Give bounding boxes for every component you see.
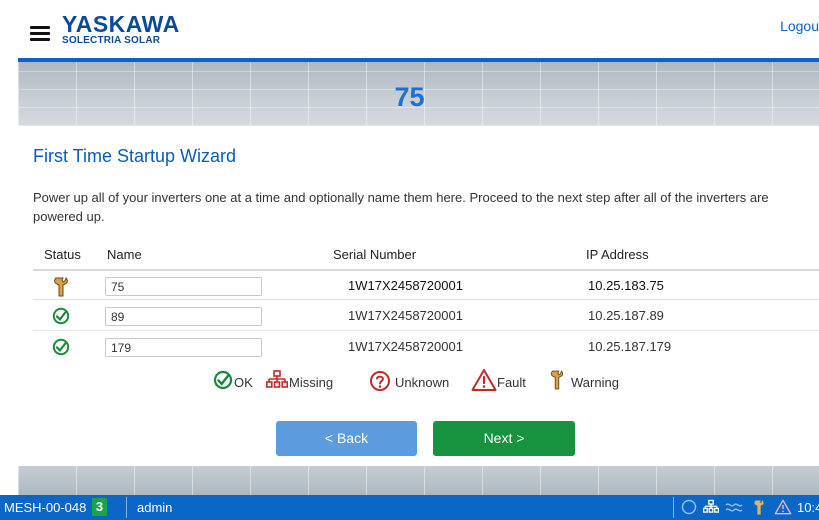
wrench-icon xyxy=(754,500,764,515)
ok-check-icon xyxy=(52,307,70,325)
column-header-serial: Serial Number xyxy=(333,247,417,262)
logo: YASKAWA SOLECTRIA SOLAR xyxy=(62,11,180,47)
menu-icon[interactable] xyxy=(30,26,50,41)
inverter-name-input[interactable] xyxy=(105,307,262,326)
serial-number: 1W17X2458720001 xyxy=(348,278,463,293)
ip-address: 10.25.187.89 xyxy=(588,308,664,323)
ok-check-icon xyxy=(52,338,70,356)
unknown-question-icon xyxy=(370,371,390,391)
legend-missing-label: Missing xyxy=(289,375,334,390)
page-title: First Time Startup Wizard xyxy=(33,146,237,166)
banner-bottom-strip xyxy=(18,466,819,495)
inverter-name-input[interactable] xyxy=(105,277,262,296)
ip-address: 10.25.183.75 xyxy=(588,278,664,293)
next-button[interactable]: Next > xyxy=(433,421,575,456)
serial-number: 1W17X2458720001 xyxy=(348,308,463,323)
row-divider xyxy=(33,299,819,300)
legend-unknown-label: Unknown xyxy=(395,375,450,390)
table-header-divider xyxy=(33,269,819,271)
wrench-warning-icon xyxy=(54,277,68,297)
network-icon xyxy=(703,499,719,513)
current-user: admin xyxy=(137,500,173,515)
status-divider xyxy=(126,497,127,518)
device-id: MESH-00-048 xyxy=(4,500,87,515)
inverter-name-input[interactable] xyxy=(105,338,262,357)
wizard-card xyxy=(18,126,819,466)
logout-link[interactable]: Logou xyxy=(780,18,819,34)
status-bar: MESH-00-048 3 admin 10:4 xyxy=(0,495,819,520)
spinner-icon xyxy=(681,499,697,515)
legend-ok-label: OK xyxy=(234,375,253,390)
app-header: YASKAWA SOLECTRIA SOLAR Logou xyxy=(0,0,819,58)
device-count-badge: 3 xyxy=(92,498,107,516)
row-divider xyxy=(33,330,819,331)
network-missing-icon xyxy=(266,370,288,388)
ip-address: 10.25.187.179 xyxy=(588,339,672,354)
status-divider xyxy=(673,497,674,518)
fault-icon xyxy=(774,499,792,515)
wrench-warning-icon xyxy=(550,370,564,390)
logo-brand: YASKAWA xyxy=(62,11,180,37)
serial-number: 1W17X2458720001 xyxy=(348,339,463,354)
banner-title: 75 xyxy=(394,82,425,112)
clock: 10:4 xyxy=(797,500,819,515)
fault-triangle-icon xyxy=(471,369,497,391)
legend-fault-label: Fault xyxy=(497,375,526,390)
back-button[interactable]: < Back xyxy=(276,421,417,456)
wizard-instructions: Power up all of your inverters one at a … xyxy=(33,190,769,224)
legend-warning-label: Warning xyxy=(571,375,619,390)
column-header-name: Name xyxy=(107,247,142,262)
ok-check-icon xyxy=(213,370,233,390)
column-header-status: Status xyxy=(44,247,81,262)
wave-icon xyxy=(725,503,743,512)
column-header-ip: IP Address xyxy=(586,247,649,262)
